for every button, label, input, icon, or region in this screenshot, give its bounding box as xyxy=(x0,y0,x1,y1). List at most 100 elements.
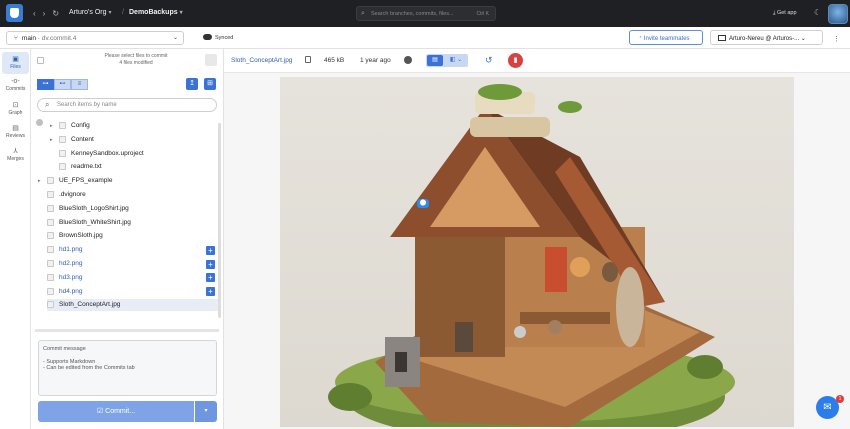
file-checkbox[interactable] xyxy=(47,246,54,254)
tree-row[interactable]: .dvignore xyxy=(47,189,219,201)
file-name: hd3.png xyxy=(59,273,83,281)
modified-count: 4 files modified xyxy=(119,60,153,66)
tree-row[interactable]: ▸ Content xyxy=(50,134,219,146)
file-checkbox[interactable] xyxy=(47,260,54,267)
file-search-input[interactable]: ⌕ Search items by name xyxy=(37,98,217,112)
commit-hint-line: Please select files to commit xyxy=(104,53,168,59)
tree-scrollbar[interactable] xyxy=(218,123,221,318)
tree-row[interactable]: Sloth_ConceptArt.jpg xyxy=(47,299,219,312)
commit-button[interactable]: ☑ Commit... xyxy=(38,401,194,422)
chevron-down-icon: ⌄ xyxy=(172,35,178,41)
file-size: 465 kB xyxy=(324,57,345,64)
file-name: Sloth_ConceptArt.jpg xyxy=(59,301,121,309)
tree-row[interactable]: KenneySandbox.uproject xyxy=(59,148,219,160)
user-avatar[interactable] xyxy=(828,4,848,24)
commit-message-input[interactable]: Commit message - Supports Markdown - Can… xyxy=(38,340,217,396)
search-input[interactable]: ⌕ Search branches, commits, files... Ctr… xyxy=(356,6,496,21)
tree-row[interactable]: hd1.png xyxy=(47,244,219,256)
tree-row[interactable]: hd3.png xyxy=(47,272,219,284)
rail-label: Commits xyxy=(5,86,26,92)
file-name[interactable]: Sloth_ConceptArt.jpg xyxy=(231,57,292,64)
invite-label: Invite teammates xyxy=(643,36,690,42)
compare-icon[interactable]: ◧ ⌄ xyxy=(445,55,467,66)
tree-row[interactable]: ▸ Config xyxy=(50,120,219,132)
new-folder-icon[interactable]: ⊞ xyxy=(204,78,216,90)
theme-toggle-icon[interactable]: ☾ xyxy=(814,8,821,17)
file-checkbox[interactable] xyxy=(47,232,54,240)
upload-icon[interactable]: ↥ xyxy=(186,78,198,90)
added-file-badge: + xyxy=(206,259,215,269)
branch-icon: ⑂ xyxy=(14,35,18,42)
tree-row[interactable]: BrownSloth.jpg xyxy=(47,230,219,242)
file-checkbox[interactable] xyxy=(47,218,54,226)
tree-row[interactable]: hd2.png xyxy=(47,258,219,270)
tree-row[interactable]: ▸ UE_FPS_example xyxy=(38,175,219,187)
rail-item-commits[interactable]: -o- Commits xyxy=(2,75,29,97)
rail-label: Graph xyxy=(8,110,23,116)
app-logo-icon[interactable] xyxy=(6,4,23,22)
org-switcher[interactable]: Arturo's Org ▾ xyxy=(69,9,111,16)
commit-placeholder-line: - Can be edited from the Commits tab xyxy=(43,365,135,371)
expand-caret-icon[interactable]: ▸ xyxy=(38,175,41,187)
workspace-selector[interactable]: Arturo-Nereu @ Arturos-... ⌄ xyxy=(710,30,823,45)
preview-icon[interactable]: ▤ xyxy=(427,55,443,66)
preview-mode-switch: ▤ ◧ ⌄ xyxy=(426,54,468,67)
cloud-icon xyxy=(203,34,212,40)
sync-label: Synced xyxy=(215,35,234,41)
file-checkbox[interactable] xyxy=(59,135,66,143)
file-checkbox[interactable] xyxy=(47,301,54,309)
tree-row[interactable]: hd4.png xyxy=(47,286,219,298)
merges-icon: ⅄ xyxy=(13,148,18,155)
repo-toolbar: ⑂ main · dv.commit.4 ⌄ Synced ⁺ Invite te… xyxy=(0,27,850,49)
file-checkbox[interactable] xyxy=(47,287,54,295)
graph-icon: ⊡ xyxy=(12,102,19,109)
left-rail: ▣ Files -o- Commits ⊡ Graph ▤ Reviews ⅄ Merge… xyxy=(0,49,31,429)
get-app-label: Get app xyxy=(776,10,797,16)
invite-teammates-button[interactable]: ⁺ Invite teammates xyxy=(629,30,703,45)
files-icon: ▣ xyxy=(12,56,19,63)
file-checkbox[interactable] xyxy=(47,177,54,185)
commit-options-dropdown[interactable]: ▾ xyxy=(195,401,217,422)
tree-row[interactable]: readme.txt xyxy=(59,161,219,173)
file-checkbox[interactable] xyxy=(59,122,66,129)
tree-row[interactable]: BlueSloth_LogoShirt.jpg xyxy=(47,203,219,215)
expand-caret-icon[interactable]: ▸ xyxy=(50,134,53,146)
rail-item-graph[interactable]: ⊡ Graph xyxy=(2,98,29,120)
file-name: hd2.png xyxy=(59,260,83,267)
chat-badge: 1 xyxy=(836,395,844,403)
file-age: 1 year ago xyxy=(360,57,391,64)
panel-resize-handle[interactable] xyxy=(35,329,219,332)
discard-icon[interactable] xyxy=(205,54,217,66)
list-view-icon[interactable]: ≡ xyxy=(71,79,88,90)
tree-view-icon[interactable]: ⊶ xyxy=(37,79,54,90)
file-checkbox[interactable] xyxy=(59,163,66,171)
delete-icon[interactable]: ▮ xyxy=(508,53,523,68)
rail-item-reviews[interactable]: ▤ Reviews xyxy=(2,121,29,143)
file-checkbox[interactable] xyxy=(47,191,54,198)
more-options-icon[interactable]: ⋮ xyxy=(833,35,840,43)
file-header: Sloth_ConceptArt.jpg 465 kB 1 year ago ▤… xyxy=(224,49,850,73)
nav-arrows[interactable]: ‹›↻ xyxy=(33,9,66,18)
branch-selector[interactable]: ⑂ main · dv.commit.4 ⌄ xyxy=(6,31,184,45)
expand-caret-icon[interactable]: ▸ xyxy=(50,120,53,132)
file-tree: ▸ Config ▸ Content KenneySandbox.uproject rea… xyxy=(31,116,219,321)
workspace-label: Arturo-Nereu @ Arturos-... xyxy=(729,36,800,42)
rail-item-merges[interactable]: ⅄ Merges xyxy=(2,144,29,166)
author-avatar[interactable] xyxy=(404,56,412,64)
copy-icon[interactable] xyxy=(305,56,311,63)
file-checkbox[interactable] xyxy=(59,149,66,157)
file-name: Config xyxy=(71,122,90,129)
select-all-checkbox[interactable] xyxy=(37,57,44,64)
file-checkbox[interactable] xyxy=(47,273,54,281)
history-icon[interactable]: ↺ xyxy=(485,55,493,66)
rail-item-files[interactable]: ▣ Files xyxy=(2,52,29,74)
file-checkbox[interactable] xyxy=(47,204,54,212)
file-name: .dvignore xyxy=(59,191,86,198)
grouped-view-icon[interactable]: ⊷ xyxy=(54,79,71,90)
file-name: BlueSloth_WhiteShirt.jpg xyxy=(59,218,131,226)
tree-row[interactable]: BlueSloth_WhiteShirt.jpg xyxy=(47,217,219,229)
repo-switcher[interactable]: DemoBackups ▾ xyxy=(129,9,183,16)
annotation-pin-icon[interactable]: ⬤ xyxy=(417,199,429,208)
commit-hint: Please select files to commit 4 files mod… xyxy=(71,53,201,67)
get-app-button[interactable]: ⤓ Get app xyxy=(773,10,797,17)
